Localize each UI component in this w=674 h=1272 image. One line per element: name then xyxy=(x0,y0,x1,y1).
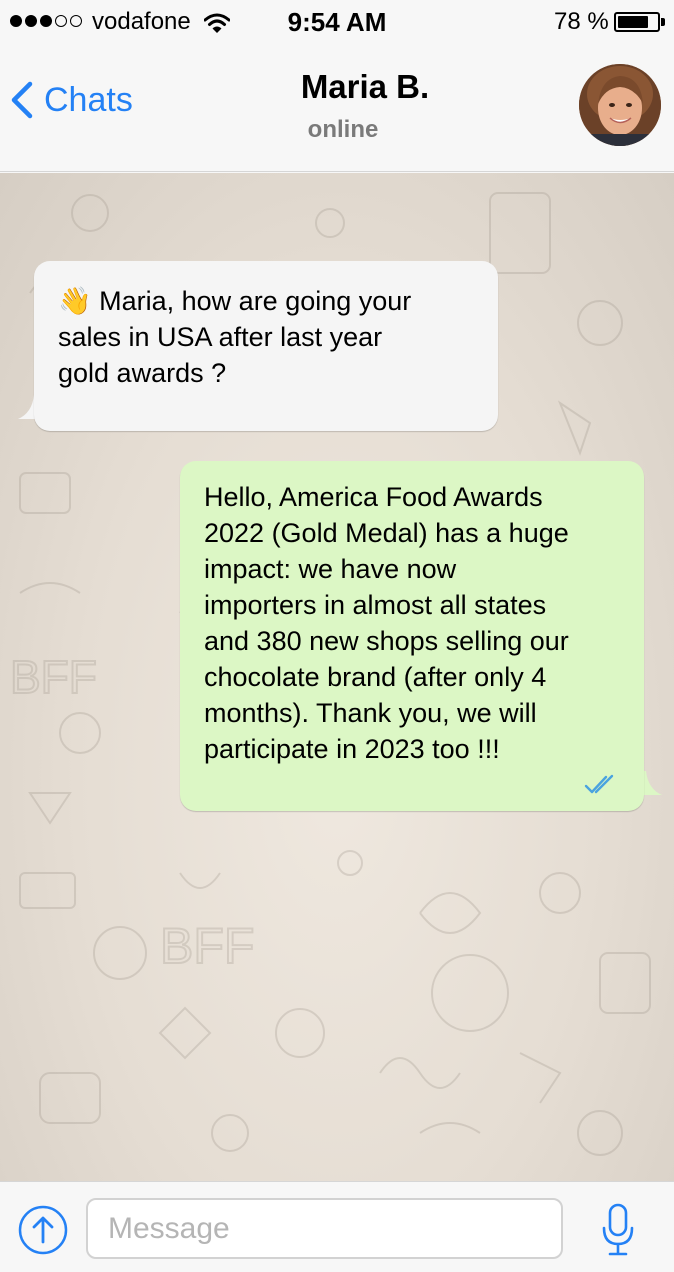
avatar[interactable] xyxy=(579,64,661,146)
upload-circle-icon[interactable] xyxy=(17,1204,69,1256)
outgoing-message-bubble[interactable]: Hello, America Food Awards 2022 (Gold Me… xyxy=(180,461,644,811)
incoming-message-bubble[interactable]: 👋 Maria, how are going your sales in USA… xyxy=(34,261,498,431)
contact-name[interactable]: Maria B. xyxy=(0,68,674,106)
avatar-photo xyxy=(579,64,661,146)
contact-status: online xyxy=(307,116,379,143)
message-input-bar xyxy=(0,1181,674,1272)
incoming-message-body: Maria, how are going your sales in USA a… xyxy=(58,286,412,388)
incoming-message-text: 👋 Maria, how are going your sales in USA… xyxy=(58,286,411,388)
svg-text:BFF: BFF xyxy=(10,651,97,703)
waving-hand-icon: 👋 xyxy=(58,286,92,316)
battery-tip xyxy=(661,18,665,26)
chat-area[interactable]: BFF BFF 👋 Maria, how are going your sale… xyxy=(0,173,674,1181)
battery-level-fill xyxy=(618,16,648,28)
status-bar: vodafone 9:54 AM 78 % xyxy=(0,0,674,44)
microphone-icon[interactable] xyxy=(600,1202,636,1258)
battery-icon xyxy=(614,12,660,32)
svg-text:BFF: BFF xyxy=(160,918,254,974)
battery-percent: 78 % xyxy=(554,8,609,35)
read-receipt-double-check-icon xyxy=(584,774,614,794)
chat-header: Chats Maria B. online xyxy=(0,44,674,172)
message-input[interactable] xyxy=(86,1198,563,1259)
outgoing-message-text: Hello, America Food Awards 2022 (Gold Me… xyxy=(204,482,569,764)
